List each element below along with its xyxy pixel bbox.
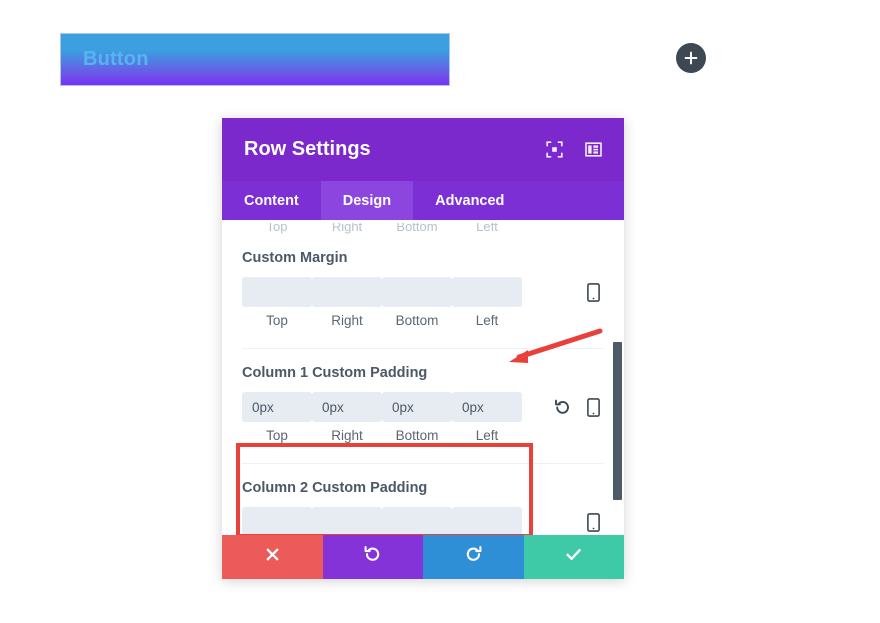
section-title: Column 2 Custom Padding <box>242 480 604 496</box>
section-custom-margin: Custom Margin Top Right Bottom <box>242 234 604 349</box>
section-title: Column 1 Custom Padding <box>242 365 604 381</box>
field-input[interactable] <box>382 277 452 307</box>
page-title: Row Settings <box>244 138 546 161</box>
field-top[interactable]: Top <box>242 277 312 328</box>
field-label: Right <box>312 313 382 328</box>
field-label: Bottom <box>382 313 452 328</box>
field-input[interactable] <box>242 277 312 307</box>
close-icon <box>264 546 281 568</box>
field-input[interactable]: 0px <box>382 392 452 422</box>
field-label: Bottom <box>382 428 452 443</box>
field-left[interactable]: Left <box>452 507 522 535</box>
layout-columns-icon[interactable] <box>585 141 602 158</box>
field-input[interactable] <box>312 277 382 307</box>
field-label: Top <box>242 313 312 328</box>
tab-design[interactable]: Design <box>321 181 413 220</box>
modal-body[interactable]: Top Right Bottom Left Custom Margin Top … <box>222 220 624 535</box>
redo-icon <box>464 545 483 569</box>
field-right[interactable]: 0px Right <box>312 392 382 443</box>
add-module-button[interactable] <box>676 43 706 73</box>
field-input[interactable]: 0px <box>242 392 312 422</box>
field-right[interactable]: Right <box>312 277 382 328</box>
section-title: Custom Margin <box>242 250 604 266</box>
row-icon-group <box>554 392 604 422</box>
plus-icon <box>683 50 699 66</box>
field-input[interactable]: 0px <box>452 392 522 422</box>
row-settings-modal: Row Settings <box>222 118 624 579</box>
tab-content[interactable]: Content <box>222 181 321 220</box>
field-input[interactable] <box>382 507 452 535</box>
field-bottom[interactable]: Bottom <box>382 277 452 328</box>
check-icon <box>564 545 583 569</box>
field-left[interactable]: Left <box>452 277 522 328</box>
field-top[interactable]: Top <box>242 507 312 535</box>
page-button-module[interactable]: Button <box>60 33 450 86</box>
tab-advanced[interactable]: Advanced <box>413 181 526 220</box>
header-icon-group <box>546 141 602 158</box>
page-button-label: Button <box>83 48 149 71</box>
screenshot-stage: Button Row Settings <box>0 0 880 623</box>
field-label: Right <box>312 428 382 443</box>
section-column-2-custom-padding: Column 2 Custom Padding Top Right Bottom <box>242 464 604 535</box>
scrollbar-thumb[interactable] <box>613 342 622 500</box>
save-button[interactable] <box>524 535 625 579</box>
field-input[interactable] <box>452 277 522 307</box>
fields-row: Top Right Bottom Left <box>242 507 604 535</box>
field-input[interactable] <box>242 507 312 535</box>
reset-icon[interactable] <box>554 399 571 416</box>
clip-mask <box>242 220 604 223</box>
field-input[interactable] <box>312 507 382 535</box>
mobile-icon[interactable] <box>587 398 600 417</box>
field-input[interactable] <box>452 507 522 535</box>
field-top[interactable]: 0px Top <box>242 392 312 443</box>
field-label: Left <box>452 313 522 328</box>
field-label: Left <box>452 428 522 443</box>
undo-button[interactable] <box>323 535 424 579</box>
field-bottom[interactable]: Bottom <box>382 507 452 535</box>
redo-button[interactable] <box>423 535 524 579</box>
fields-row: Top Right Bottom Left <box>242 277 604 328</box>
row-icon-group <box>587 507 604 535</box>
modal-footer <box>222 535 624 579</box>
field-left[interactable]: 0px Left <box>452 392 522 443</box>
row-icon-group <box>587 277 604 307</box>
undo-icon <box>363 545 382 569</box>
field-label: Top <box>242 428 312 443</box>
mobile-icon[interactable] <box>587 283 600 302</box>
scrollbar-track[interactable] <box>613 220 622 535</box>
modal-tabbar: Content Design Advanced <box>222 181 624 220</box>
field-right[interactable]: Right <box>312 507 382 535</box>
section-column-1-custom-padding: Column 1 Custom Padding 0px Top 0px Righ… <box>242 349 604 464</box>
fullscreen-icon[interactable] <box>546 141 563 158</box>
clipped-field-labels-row: Top Right Bottom Left <box>242 220 604 234</box>
field-input[interactable]: 0px <box>312 392 382 422</box>
modal-header: Row Settings <box>222 118 624 181</box>
cancel-button[interactable] <box>222 535 323 579</box>
field-bottom[interactable]: 0px Bottom <box>382 392 452 443</box>
mobile-icon[interactable] <box>587 513 600 532</box>
fields-row: 0px Top 0px Right 0px Bottom 0px Left <box>242 392 604 443</box>
